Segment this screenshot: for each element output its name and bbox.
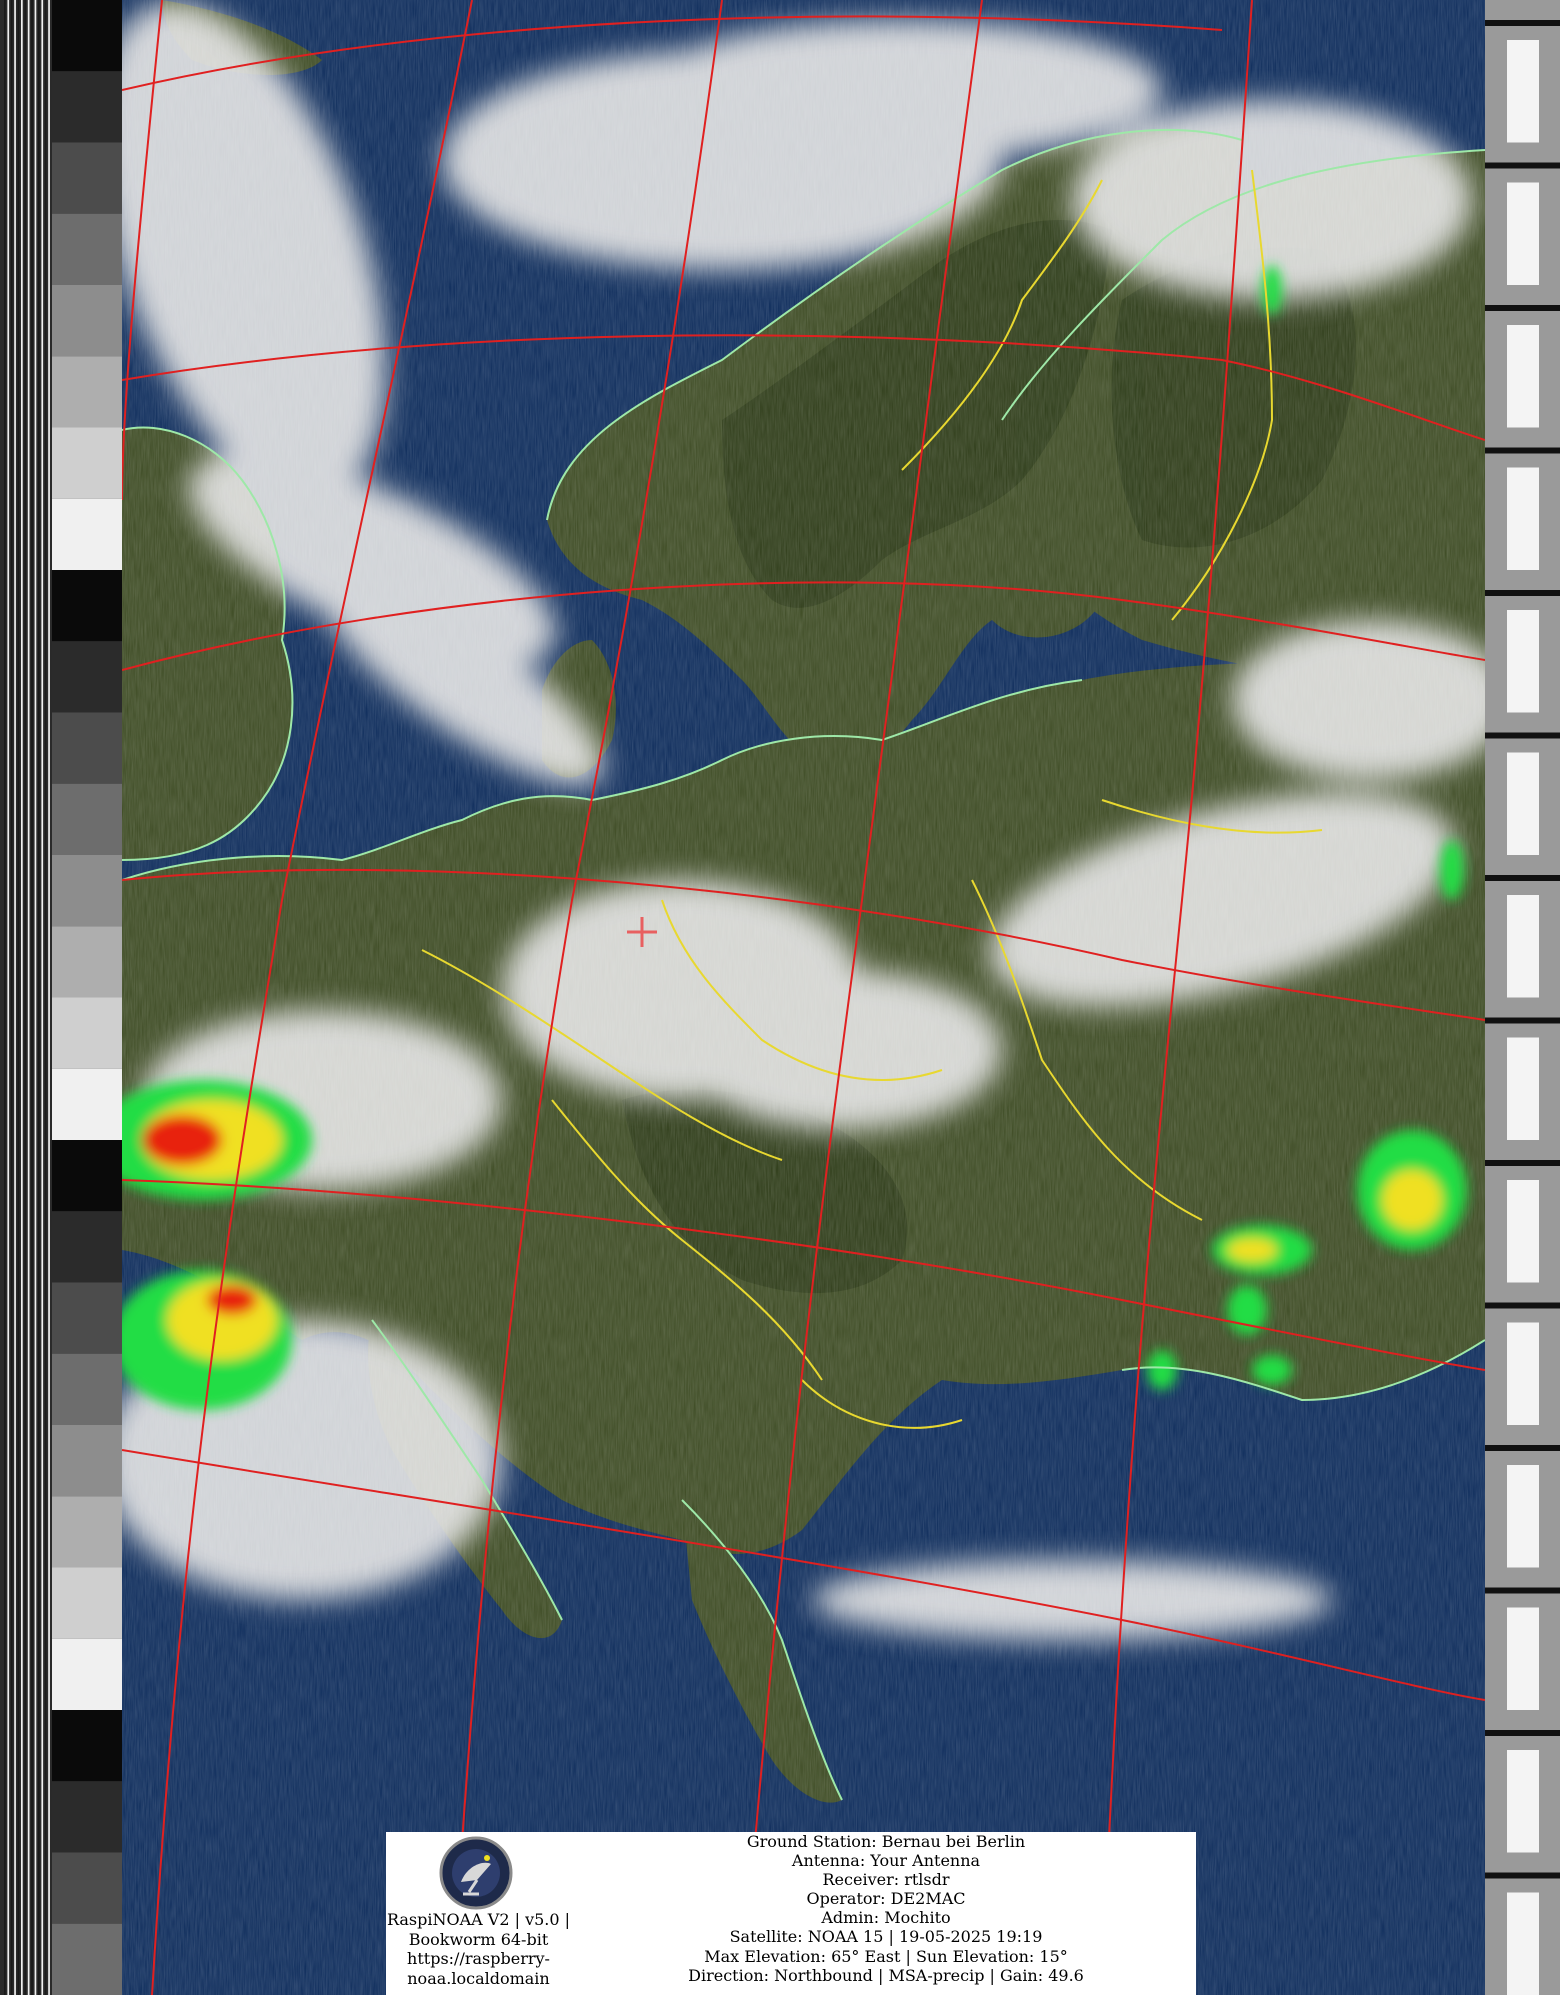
calibration-mark xyxy=(1485,305,1560,311)
calibration-mark xyxy=(1485,1302,1560,1309)
ground-station-line: Ground Station: Bernau bei Berlin xyxy=(746,1832,1026,1851)
calibration-band xyxy=(1507,1750,1539,1853)
software-info: RaspiNOAA V2 | v5.0 | Bookworm 64-bit ht… xyxy=(386,1832,571,1995)
calibration-band xyxy=(1507,40,1539,143)
telemetry-strip-right xyxy=(1485,0,1560,1995)
calibration-band xyxy=(1507,895,1539,998)
calibration-wedge xyxy=(52,1923,122,1995)
calibration-mark xyxy=(1485,1872,1560,1879)
sync-bar xyxy=(4,0,6,1995)
calibration-mark xyxy=(1485,1587,1560,1594)
sync-bar xyxy=(38,0,40,1995)
calibration-band xyxy=(1507,1465,1539,1568)
sync-bar xyxy=(21,0,23,1995)
calibration-wedge xyxy=(52,1638,122,1710)
sync-bar xyxy=(44,0,47,1995)
satellite-dish-emblem-icon xyxy=(439,1836,513,1910)
calibration-band xyxy=(1507,610,1539,713)
elevation-line: Max Elevation: 65° East | Sun Elevation:… xyxy=(704,1946,1068,1966)
calibration-wedge xyxy=(52,926,122,998)
calibration-wedge xyxy=(52,0,122,72)
calibration-wedge xyxy=(52,1425,122,1497)
station-info: Ground Station: Bernau bei Berlin Antenn… xyxy=(576,1832,1196,1995)
sync-bar xyxy=(24,0,27,1995)
calibration-mark xyxy=(1485,732,1560,739)
calibration-mark xyxy=(1485,162,1560,169)
software-line: noaa.localdomain xyxy=(407,1968,550,1988)
calibration-wedge xyxy=(52,1781,122,1853)
admin-line: Admin: Mochito xyxy=(821,1908,951,1928)
calibration-mark xyxy=(1485,1445,1560,1451)
calibration-wedge xyxy=(52,641,122,713)
calibration-band xyxy=(1507,1892,1539,1995)
calibration-mark xyxy=(1485,590,1560,596)
sync-bar xyxy=(14,0,16,1995)
calibration-band xyxy=(1507,1037,1539,1140)
calibration-wedge xyxy=(52,142,122,214)
software-line: https://raspberry- xyxy=(407,1949,550,1968)
calibration-wedge xyxy=(52,213,122,285)
calibration-wedge xyxy=(52,1852,122,1924)
calibration-band xyxy=(1507,1322,1539,1425)
calibration-wedge xyxy=(52,1140,122,1212)
satellite-map xyxy=(122,0,1485,1995)
sync-bar xyxy=(41,0,44,1995)
calibration-mark xyxy=(1485,447,1560,454)
software-line: RaspiNOAA V2 | v5.0 | xyxy=(386,1910,571,1929)
calibration-wedge xyxy=(52,1710,122,1782)
direction-line: Direction: Northbound | MSA-precip | Gai… xyxy=(688,1965,1084,1985)
sync-bar xyxy=(17,0,20,1995)
calibration-mark xyxy=(1485,20,1560,26)
calibration-wedge xyxy=(52,71,122,143)
calibration-wedge xyxy=(52,285,122,357)
calibration-wedge xyxy=(52,855,122,927)
calibration-wedge xyxy=(52,570,122,642)
calibration-wedge xyxy=(52,997,122,1069)
software-text: RaspiNOAA V2 | v5.0 | Bookworm 64-bit ht… xyxy=(386,1910,571,1988)
calibration-wedge xyxy=(52,1068,122,1140)
calibration-mark xyxy=(1485,1017,1560,1024)
calibration-wedge xyxy=(52,1282,122,1354)
sync-bar xyxy=(31,0,33,1995)
sync-bar xyxy=(7,0,10,1995)
calibration-wedge xyxy=(52,1353,122,1425)
sync-bar xyxy=(34,0,37,1995)
sync-bar xyxy=(27,0,30,1995)
satellite-image-viewer: RaspiNOAA V2 | v5.0 | Bookworm 64-bit ht… xyxy=(0,0,1560,1995)
calibration-wedge xyxy=(52,356,122,428)
sync-bar xyxy=(10,0,13,1995)
calibration-mark xyxy=(1485,1730,1560,1736)
calibration-band xyxy=(1507,1180,1539,1283)
calibration-band xyxy=(1507,182,1539,285)
calibration-wedge xyxy=(52,427,122,499)
calibration-band xyxy=(1507,467,1539,570)
sync-bar xyxy=(48,0,50,1995)
calibration-wedge xyxy=(52,1496,122,1568)
info-panel: RaspiNOAA V2 | v5.0 | Bookworm 64-bit ht… xyxy=(386,1832,1196,1995)
telemetry-strip-left xyxy=(0,0,122,1995)
calibration-mark xyxy=(1485,875,1560,881)
calibration-band xyxy=(1507,325,1539,428)
antenna-line: Antenna: Your Antenna xyxy=(791,1851,981,1871)
receiver-line: Receiver: rtlsdr xyxy=(822,1870,950,1890)
software-line: Bookworm 64-bit xyxy=(408,1929,549,1949)
calibration-mark xyxy=(1485,1160,1560,1166)
calibration-wedge xyxy=(52,1211,122,1283)
calibration-wedge xyxy=(52,712,122,784)
operator-line: Operator: DE2MAC xyxy=(806,1889,966,1909)
calibration-wedge xyxy=(52,1567,122,1639)
calibration-band xyxy=(1507,752,1539,855)
calibration-wedge xyxy=(52,783,122,855)
satellite-line: Satellite: NOAA 15 | 19-05-2025 19:19 xyxy=(729,1927,1043,1947)
calibration-wedge xyxy=(52,498,122,570)
calibration-band xyxy=(1507,1607,1539,1710)
